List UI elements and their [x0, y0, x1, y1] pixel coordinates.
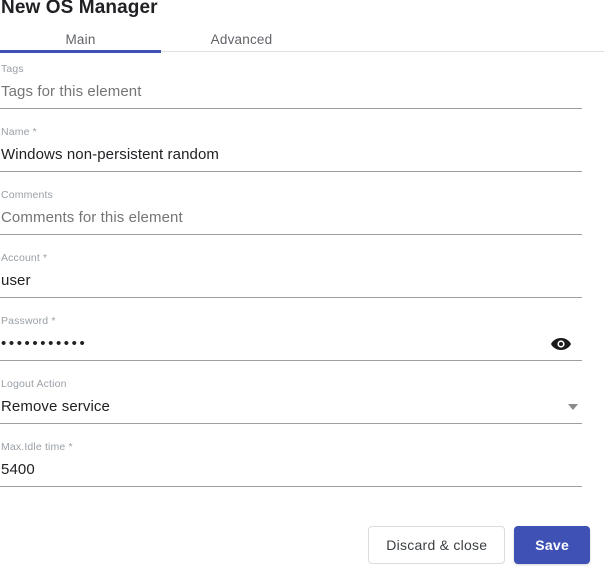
comments-input[interactable] [1, 207, 582, 229]
field-logout-action: Logout Action Remove service [0, 377, 582, 440]
dialog-title-bar: New OS Manager [0, 0, 604, 22]
field-comments: Comments [0, 188, 582, 251]
field-underline-comments [0, 234, 582, 235]
tab-bar: Main Advanced [0, 25, 604, 53]
field-underline-password [0, 360, 582, 361]
field-label-password: Password * [1, 315, 56, 327]
field-row-password: ••••••••••• [1, 330, 582, 358]
account-input[interactable] [1, 270, 582, 292]
field-label-tags: Tags [1, 63, 24, 75]
field-row-account [1, 267, 582, 295]
field-max-idle-time: Max.Idle time * [0, 440, 582, 503]
field-tags: Tags [0, 62, 582, 125]
logout-action-select[interactable]: Remove service [1, 396, 582, 418]
field-label-name: Name * [1, 126, 37, 138]
field-row-name [1, 141, 582, 169]
field-underline-logout-action [0, 423, 582, 424]
field-underline-account [0, 297, 582, 298]
field-label-max-idle-time: Max.Idle time * [1, 441, 73, 453]
form-fields: Tags Name * Comments Account * [0, 62, 604, 503]
field-row-max-idle-time [1, 456, 582, 484]
chevron-down-icon[interactable] [568, 404, 578, 410]
field-underline-tags [0, 108, 582, 109]
field-label-logout-action: Logout Action [1, 378, 67, 390]
tab-advanced[interactable]: Advanced [161, 25, 322, 53]
field-row-logout-action[interactable]: Remove service [1, 393, 582, 421]
tab-main[interactable]: Main [0, 25, 161, 53]
field-underline-max-idle-time [0, 486, 582, 487]
field-name: Name * [0, 125, 582, 188]
tags-input[interactable] [1, 81, 582, 103]
field-row-comments [1, 204, 582, 232]
new-os-manager-dialog: New OS Manager Main Advanced Tags Name *… [0, 0, 604, 567]
discard-and-close-button[interactable]: Discard & close [368, 525, 506, 564]
field-password: Password * ••••••••••• [0, 314, 582, 377]
field-label-comments: Comments [1, 189, 53, 201]
eye-icon[interactable] [550, 336, 572, 352]
save-button[interactable]: Save [514, 525, 590, 564]
max-idle-time-input[interactable] [1, 459, 582, 481]
dialog-footer: Discard & close Save [0, 522, 604, 567]
field-account: Account * [0, 251, 582, 314]
field-label-account: Account * [1, 252, 48, 264]
tab-active-indicator [0, 50, 161, 53]
field-row-tags [1, 78, 582, 106]
field-underline-name [0, 171, 582, 172]
name-input[interactable] [1, 144, 582, 166]
page-title: New OS Manager [1, 0, 158, 18]
password-input[interactable]: ••••••••••• [1, 333, 87, 355]
